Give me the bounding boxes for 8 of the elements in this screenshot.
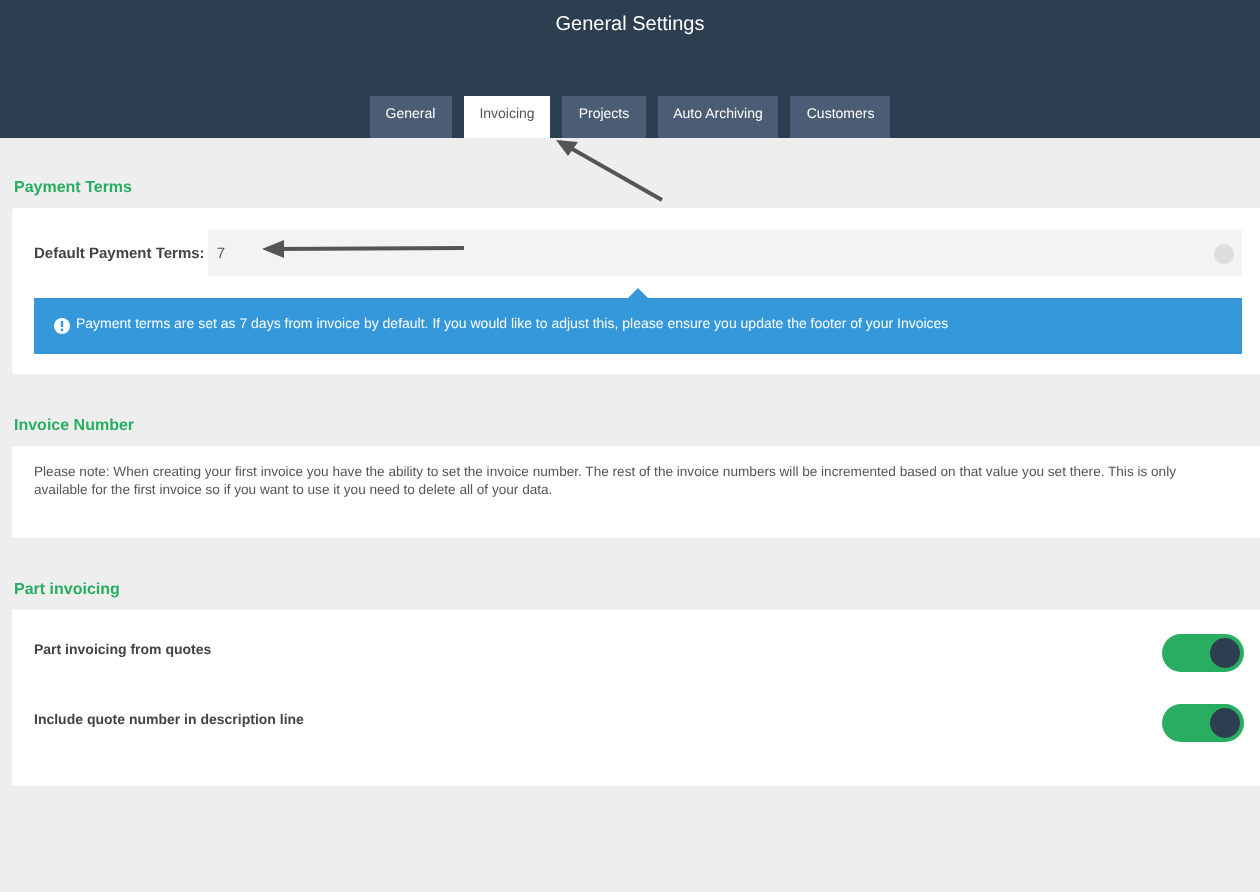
annotation-arrow xyxy=(554,138,666,204)
window-title: General Settings xyxy=(555,12,705,40)
info-icon xyxy=(54,318,70,334)
section-heading: Part invoicing xyxy=(14,578,122,602)
toggle-switch[interactable] xyxy=(1162,703,1244,741)
toggle-switch[interactable] xyxy=(1162,633,1244,671)
section-heading: Invoice Number xyxy=(14,414,137,438)
section-heading: Payment Terms xyxy=(14,176,134,200)
